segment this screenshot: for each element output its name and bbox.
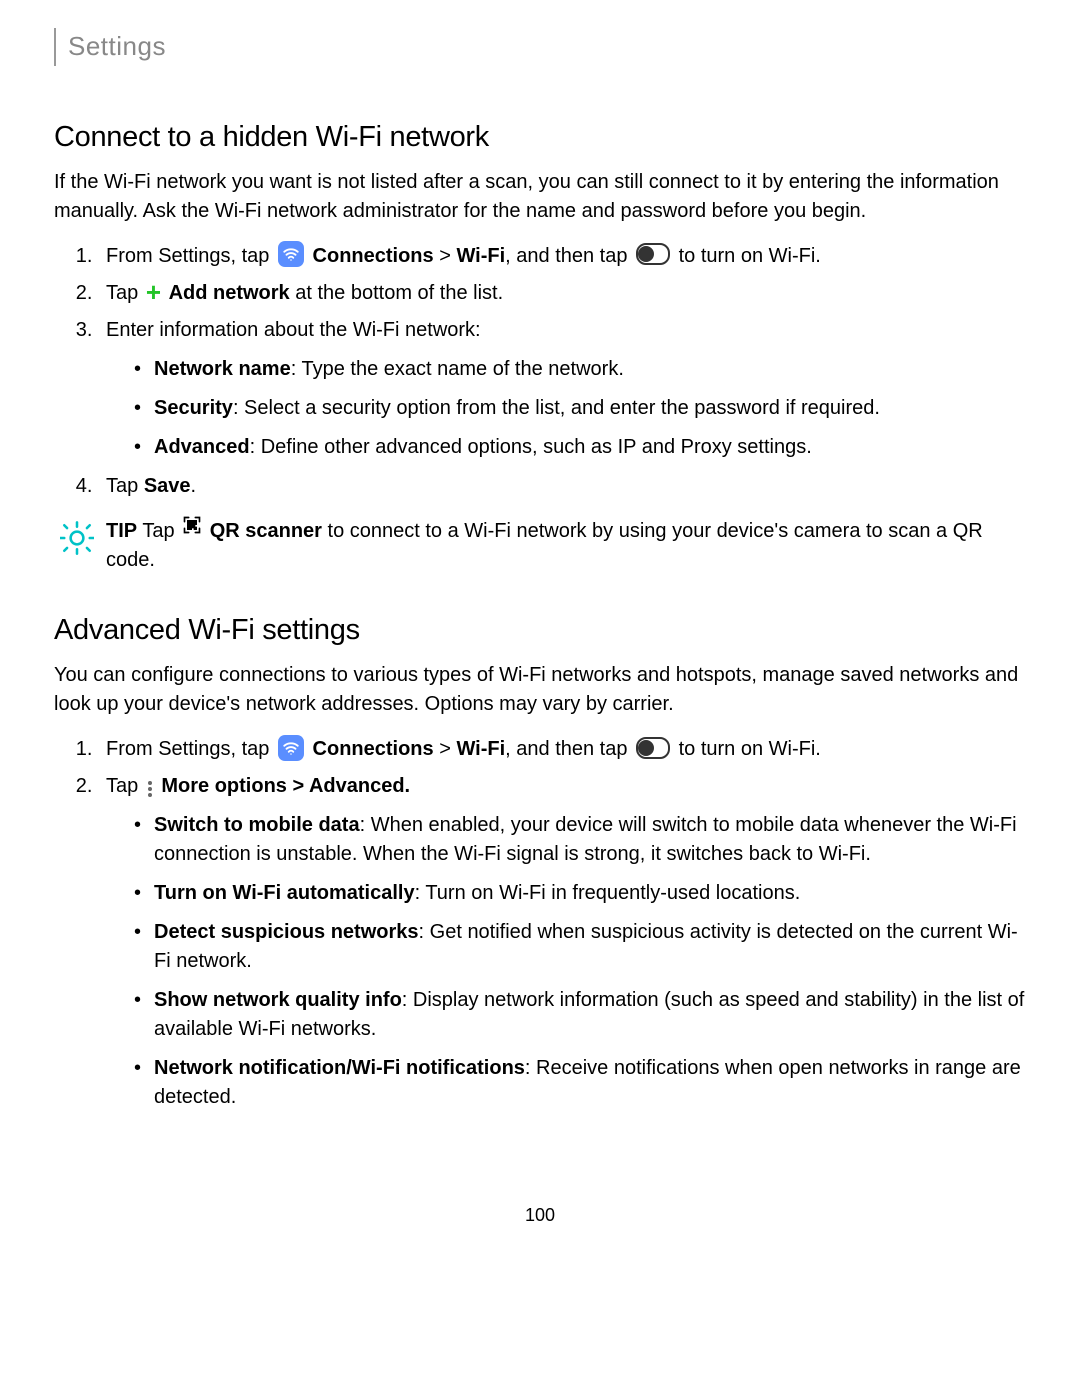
sub-auto-wifi: Turn on Wi-Fi automatically: Turn on Wi-… <box>134 879 1026 908</box>
step-2b: Tap More options > Advanced. Switch to m… <box>98 772 1026 1112</box>
text: From Settings, tap <box>106 738 275 760</box>
text: : Turn on Wi-Fi in frequently-used locat… <box>415 882 801 904</box>
steps-list-1: From Settings, tap Connections > Wi-Fi, … <box>54 242 1026 501</box>
label: Turn on Wi-Fi automatically <box>154 882 415 904</box>
tip-label: TIP <box>106 520 137 542</box>
lightbulb-icon <box>60 521 94 564</box>
intro-paragraph-2: You can configure connections to various… <box>54 661 1026 719</box>
section-title-advanced-wifi: Advanced Wi-Fi settings <box>54 609 1026 651</box>
sub-security: Security: Select a security option from … <box>134 394 1026 423</box>
text: Enter information about the Wi-Fi networ… <box>106 319 481 341</box>
label: Network name <box>154 358 291 380</box>
page-header: Settings <box>54 28 1026 66</box>
label: Advanced <box>154 436 250 458</box>
text: : Define other advanced options, such as… <box>250 436 812 458</box>
text: , and then tap <box>505 738 633 760</box>
sub-notifications: Network notification/Wi-Fi notifications… <box>134 1054 1026 1112</box>
wifi-icon <box>278 241 304 267</box>
text: at the bottom of the list. <box>290 282 503 304</box>
step-4: Tap Save. <box>98 472 1026 501</box>
wifi-label: Wi-Fi <box>456 245 505 267</box>
connections-label: Connections <box>313 245 434 267</box>
text: > <box>434 738 457 760</box>
label: Network notification/Wi-Fi notifications <box>154 1057 525 1079</box>
step-1: From Settings, tap Connections > Wi-Fi, … <box>98 242 1026 271</box>
label: Security <box>154 397 233 419</box>
steps-list-2: From Settings, tap Connections > Wi-Fi, … <box>54 735 1026 1112</box>
substeps-list-2: Switch to mobile data: When enabled, you… <box>106 811 1026 1112</box>
section-title-hidden-wifi: Connect to a hidden Wi-Fi network <box>54 116 1026 158</box>
text: . <box>191 475 197 497</box>
step-1b: From Settings, tap Connections > Wi-Fi, … <box>98 735 1026 764</box>
step-2: Tap + Add network at the bottom of the l… <box>98 279 1026 308</box>
text: , and then tap <box>505 245 633 267</box>
text: : Type the exact name of the network. <box>291 358 624 380</box>
save-label: Save <box>144 475 191 497</box>
text: Tap <box>106 282 144 304</box>
substeps-list: Network name: Type the exact name of the… <box>106 355 1026 462</box>
wifi-label: Wi-Fi <box>456 738 505 760</box>
text: Tap <box>106 475 144 497</box>
sub-network-name: Network name: Type the exact name of the… <box>134 355 1026 384</box>
qr-icon <box>182 515 202 544</box>
text: Tap <box>106 775 144 797</box>
sub-advanced: Advanced: Define other advanced options,… <box>134 433 1026 462</box>
connections-label: Connections <box>313 738 434 760</box>
add-network-label: Add network <box>169 282 290 304</box>
text: > <box>434 245 457 267</box>
label: Detect suspicious networks <box>154 921 419 943</box>
sub-suspicious: Detect suspicious networks: Get notified… <box>134 918 1026 976</box>
text: Tap <box>137 520 180 542</box>
more-options-label: More options > Advanced. <box>161 775 410 797</box>
label: Show network quality info <box>154 989 402 1011</box>
text: to turn on Wi-Fi. <box>679 245 821 267</box>
toggle-icon <box>636 243 670 265</box>
qr-scanner-label: QR scanner <box>210 520 322 542</box>
page-number: 100 <box>54 1202 1026 1228</box>
wifi-icon <box>278 735 304 761</box>
text: to turn on Wi-Fi. <box>679 738 821 760</box>
sub-quality: Show network quality info: Display netwo… <box>134 986 1026 1044</box>
tip-text: TIP Tap QR scanner to connect to a Wi-Fi… <box>106 517 1026 575</box>
label: Switch to mobile data <box>154 814 360 836</box>
text: From Settings, tap <box>106 245 275 267</box>
intro-paragraph: If the Wi-Fi network you want is not lis… <box>54 168 1026 226</box>
sub-mobile-data: Switch to mobile data: When enabled, you… <box>134 811 1026 869</box>
text: : Select a security option from the list… <box>233 397 880 419</box>
more-options-icon <box>148 781 152 797</box>
tip-callout: TIP Tap QR scanner to connect to a Wi-Fi… <box>54 517 1026 575</box>
toggle-icon <box>636 737 670 759</box>
step-3: Enter information about the Wi-Fi networ… <box>98 316 1026 462</box>
